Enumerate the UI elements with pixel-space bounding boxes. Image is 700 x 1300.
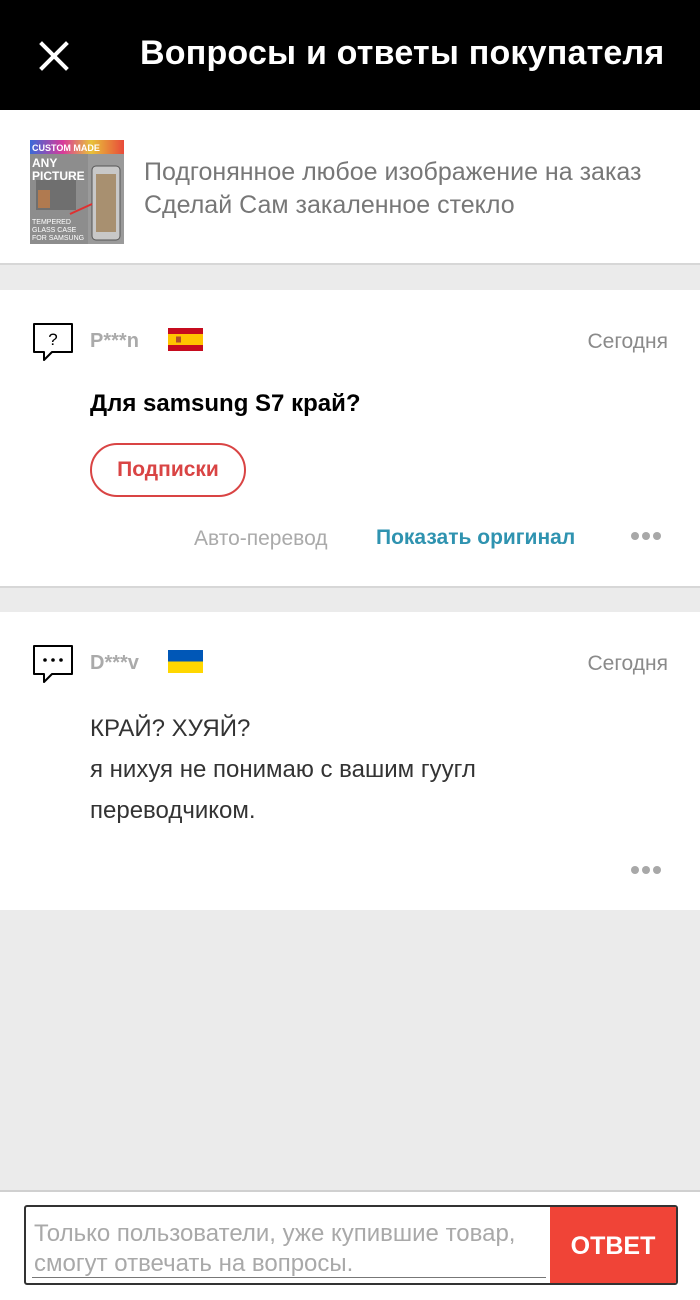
reply-bar: ОТВЕТ [0,1190,700,1300]
more-dots-icon[interactable] [630,865,662,875]
show-original-link[interactable]: Показать оригинал [376,526,575,550]
thumb-picture-text: PICTURE [32,169,85,183]
product-thumbnail-image: CUSTOM MADE ANY PICTURE TEMPERED GLASS C… [30,140,124,244]
reply-button[interactable]: ОТВЕТ [550,1207,676,1283]
answer-date: Сегодня [587,652,668,675]
answer-line: КРАЙ? ХУЯЙ? [90,715,251,742]
reply-box: ОТВЕТ [24,1205,678,1285]
thumb-caption-line-3: FOR SAMSUNG [32,235,84,242]
svg-text:?: ? [48,330,57,349]
question-card: ? P***n Сегодня Для samsung S7 край? Под… [0,290,700,588]
answer-author: D***v [90,652,139,674]
question-text: Для samsung S7 край? [90,390,361,417]
thumb-caption-line-2: GLASS CASE [32,227,77,234]
reply-input-underline [32,1277,546,1278]
answer-line: я нихуя не понимаю с вашим гуугл [90,756,476,783]
question-date: Сегодня [587,330,668,353]
subscribe-button[interactable]: Подписки [90,443,246,497]
question-author: P***n [90,330,139,352]
answer-bubble-icon [33,645,73,683]
page-title: Вопросы и ответы покупателя [140,34,665,72]
product-title[interactable]: Подгонянное любое изображение на заказ С… [144,156,674,222]
spain-flag-icon [168,328,203,351]
product-thumbnail[interactable]: CUSTOM MADE ANY PICTURE TEMPERED GLASS C… [30,140,124,244]
thumb-any-text: ANY [32,156,57,170]
header-bar: Вопросы и ответы покупателя [0,0,700,110]
close-icon[interactable] [36,38,72,74]
answer-card: D***v Сегодня КРАЙ? ХУЯЙ? я нихуя не пон… [0,612,700,910]
product-summary[interactable]: CUSTOM MADE ANY PICTURE TEMPERED GLASS C… [0,110,700,265]
auto-translate-label: Авто-перевод [194,527,328,550]
more-dots-icon[interactable] [630,531,662,541]
question-bubble-icon: ? [33,323,73,361]
ukraine-flag-icon [168,650,203,673]
reply-input[interactable] [34,1219,546,1279]
thumb-caption-line-1: TEMPERED [32,219,71,226]
answer-line: переводчиком. [90,797,256,824]
answer-text: КРАЙ? ХУЯЙ? я нихуя не понимаю с вашим г… [90,708,650,831]
thumb-banner-text: CUSTOM MADE [32,143,100,153]
